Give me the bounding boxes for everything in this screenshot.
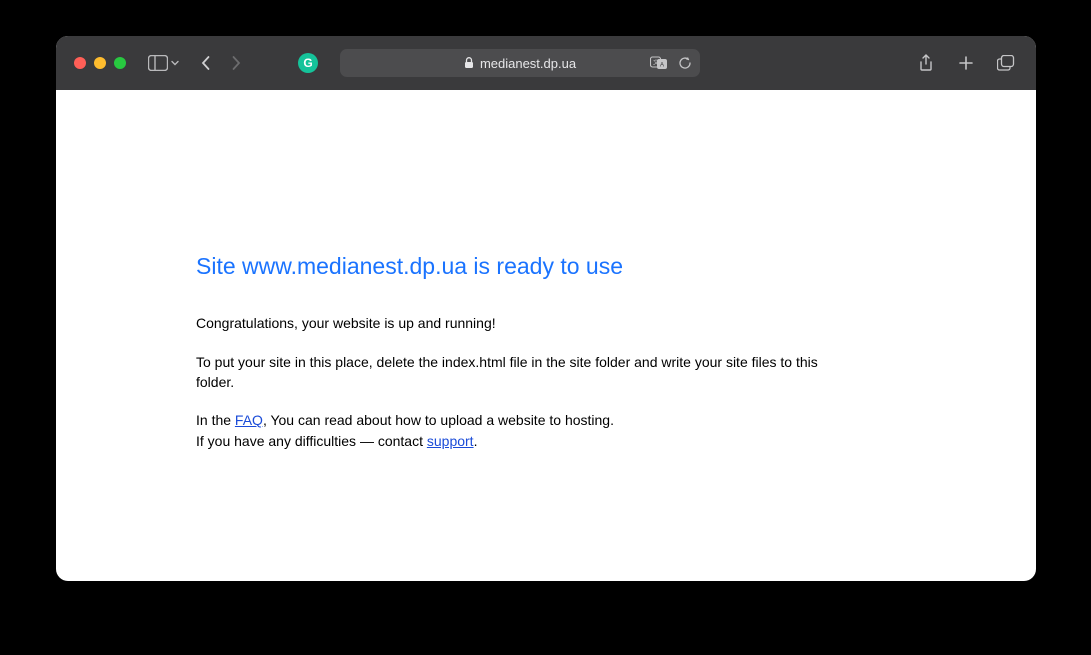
- faq-link[interactable]: FAQ: [235, 412, 263, 428]
- address-bar-actions: 文 A: [650, 56, 692, 70]
- forward-button[interactable]: [224, 49, 248, 77]
- nav-buttons: [194, 49, 248, 77]
- chevron-right-icon: [230, 55, 242, 71]
- svg-text:文: 文: [653, 59, 659, 67]
- support-link[interactable]: support: [427, 433, 474, 449]
- faq-paragraph: In the FAQ, You can read about how to up…: [196, 410, 836, 430]
- back-button[interactable]: [194, 49, 218, 77]
- intro-paragraph: Congratulations, your website is up and …: [196, 313, 836, 333]
- chevron-down-icon: [170, 58, 180, 68]
- page-heading: Site www.medianest.dp.ua is ready to use: [196, 250, 836, 283]
- sidebar-icon: [148, 55, 168, 71]
- tabs-overview-button[interactable]: [994, 49, 1018, 77]
- support-paragraph: If you have any difficulties — contact s…: [196, 431, 836, 451]
- translate-icon[interactable]: 文 A: [650, 56, 668, 70]
- sidebar-toggle[interactable]: [148, 55, 180, 71]
- new-tab-button[interactable]: [954, 49, 978, 77]
- plus-icon: [958, 55, 974, 71]
- share-icon: [918, 54, 934, 72]
- browser-window: G medianest.dp.ua 文 A: [56, 36, 1036, 581]
- url-text: medianest.dp.ua: [480, 56, 576, 71]
- window-controls: [74, 57, 126, 69]
- lock-icon: [464, 57, 474, 69]
- address-bar[interactable]: medianest.dp.ua 文 A: [340, 49, 700, 77]
- close-window-button[interactable]: [74, 57, 86, 69]
- grammarly-extension-icon[interactable]: G: [298, 53, 318, 73]
- instruction-paragraph: To put your site in this place, delete t…: [196, 352, 836, 393]
- minimize-window-button[interactable]: [94, 57, 106, 69]
- page-content: Site www.medianest.dp.ua is ready to use…: [56, 90, 836, 451]
- browser-toolbar: G medianest.dp.ua 文 A: [56, 36, 1036, 90]
- svg-text:A: A: [660, 63, 664, 69]
- reload-icon[interactable]: [678, 56, 692, 70]
- toolbar-right-group: [914, 49, 1018, 77]
- fullscreen-window-button[interactable]: [114, 57, 126, 69]
- tabs-icon: [997, 55, 1015, 71]
- share-button[interactable]: [914, 49, 938, 77]
- chevron-left-icon: [200, 55, 212, 71]
- extension-letter: G: [303, 56, 312, 70]
